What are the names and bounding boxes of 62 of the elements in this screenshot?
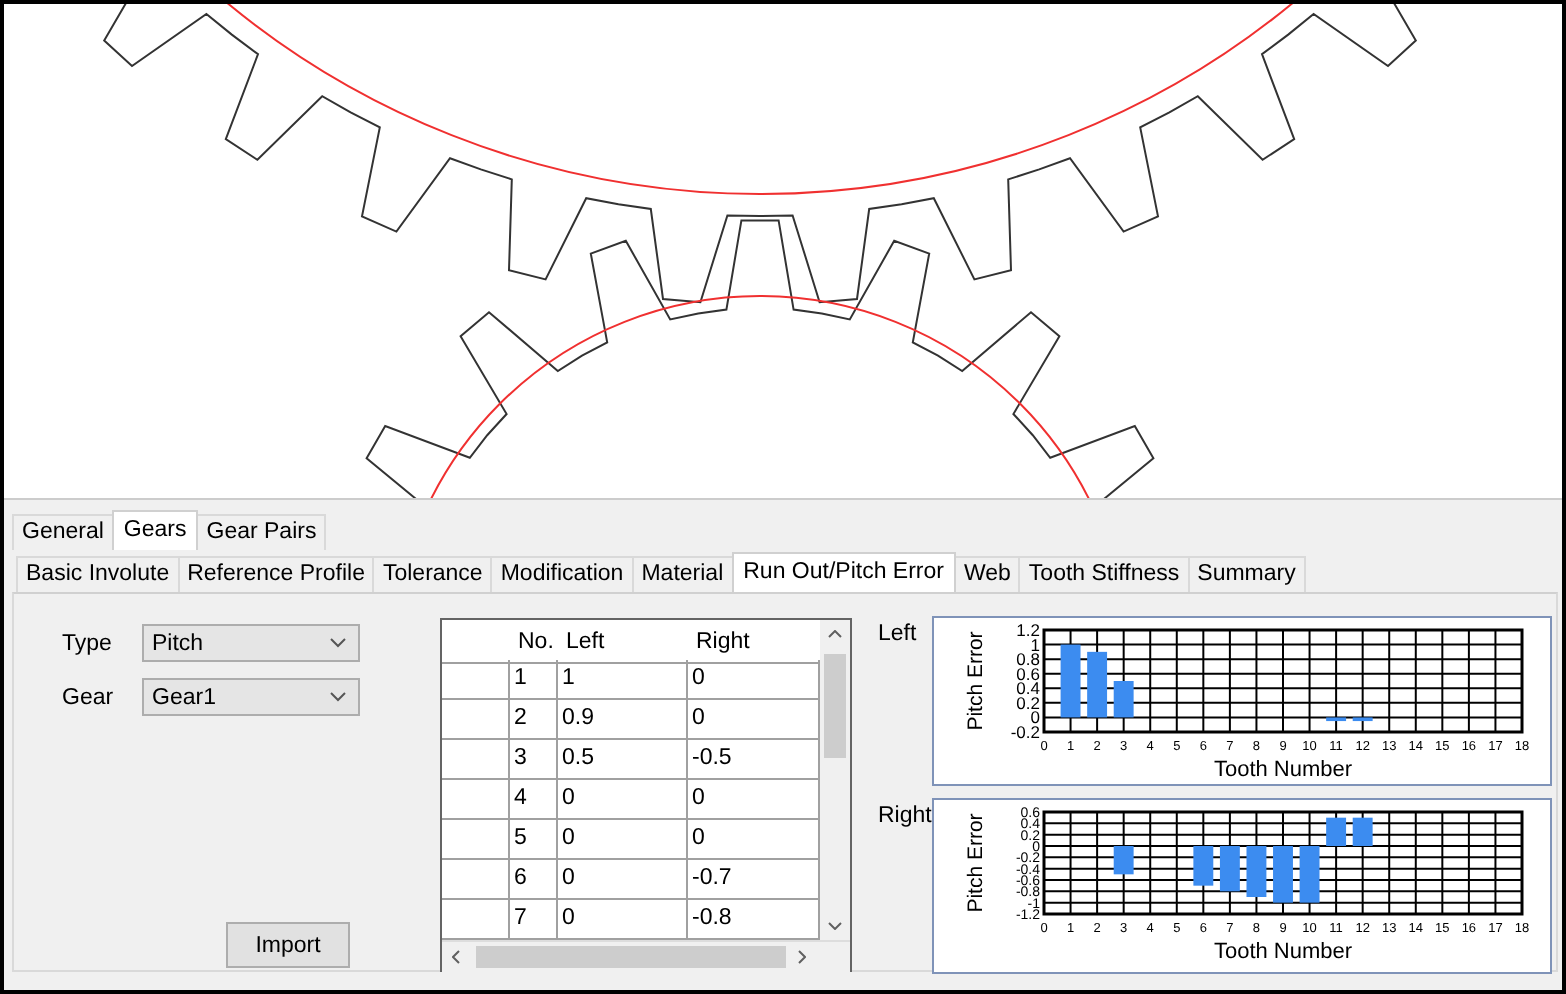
row-header[interactable] <box>442 820 510 860</box>
column-header: Left <box>558 620 688 664</box>
row-header[interactable] <box>442 660 510 700</box>
import-button[interactable]: Import <box>226 922 350 968</box>
tab[interactable]: General <box>12 514 114 550</box>
row-header[interactable] <box>442 780 510 820</box>
y-axis-title: Pitch Error <box>964 631 988 731</box>
table-cell: 4 <box>510 780 558 820</box>
caret-icon <box>330 692 346 702</box>
bar <box>1246 846 1267 897</box>
bar <box>1326 717 1347 722</box>
table-cell: 0 <box>558 820 688 860</box>
row-header[interactable] <box>442 860 510 900</box>
bar <box>1299 846 1320 903</box>
table-cell: 3 <box>510 740 558 780</box>
bar <box>1193 846 1214 886</box>
table-cell: 0 <box>558 780 688 820</box>
table-cell: 0.5 <box>558 740 688 780</box>
tab[interactable]: Summary <box>1187 556 1306 592</box>
y-axis-title: Pitch Error <box>964 813 988 913</box>
scrollbar-thumb[interactable] <box>824 654 846 758</box>
scroll-up-icon[interactable] <box>828 630 842 638</box>
tab[interactable]: Gears <box>111 510 199 550</box>
horizontal-scrollbar[interactable] <box>442 940 850 972</box>
table-cell: 0.9 <box>558 700 688 740</box>
field-label: Type <box>62 631 114 655</box>
bar <box>1087 651 1108 718</box>
bar <box>1352 817 1373 846</box>
chart-label: Right <box>878 802 932 828</box>
column-header: No. <box>510 620 558 664</box>
x-axis-title: Tooth Number <box>1213 940 1353 964</box>
dropdown[interactable]: Pitch <box>142 624 360 662</box>
bar <box>1326 817 1347 846</box>
table-cell: 1 <box>558 660 688 700</box>
x-axis-title: Tooth Number <box>1213 758 1353 782</box>
y-tick-label: 1.2 <box>1016 619 1040 640</box>
bar <box>1060 644 1081 718</box>
scrollbar-thumb[interactable] <box>476 946 786 968</box>
row-header[interactable] <box>442 700 510 740</box>
tab[interactable]: Run Out/Pitch Error <box>731 552 956 592</box>
bar <box>1219 846 1240 892</box>
tab[interactable]: Basic Involute <box>16 556 180 592</box>
bar <box>1273 846 1293 903</box>
bar <box>1113 681 1134 718</box>
vertical-scrollbar[interactable] <box>820 620 850 940</box>
scroll-left-icon[interactable] <box>452 950 460 964</box>
bar <box>1352 717 1373 722</box>
caret-icon <box>330 638 346 648</box>
dropdown[interactable]: Gear1 <box>142 678 360 716</box>
table-cell: 2 <box>510 700 558 740</box>
table-cell: 0 <box>558 860 688 900</box>
chart-label: Left <box>878 620 919 646</box>
table-cell: 5 <box>510 820 558 860</box>
tab[interactable]: Gear Pairs <box>196 514 327 550</box>
row-header[interactable] <box>442 740 510 780</box>
bar <box>1113 846 1134 875</box>
scroll-right-icon[interactable] <box>798 950 806 964</box>
table-cell: 6 <box>510 860 558 900</box>
table-cell: 1 <box>510 660 558 700</box>
scroll-down-icon[interactable] <box>828 922 842 930</box>
y-tick-label: 1 <box>1030 634 1040 655</box>
field-label: Gear <box>62 685 116 709</box>
